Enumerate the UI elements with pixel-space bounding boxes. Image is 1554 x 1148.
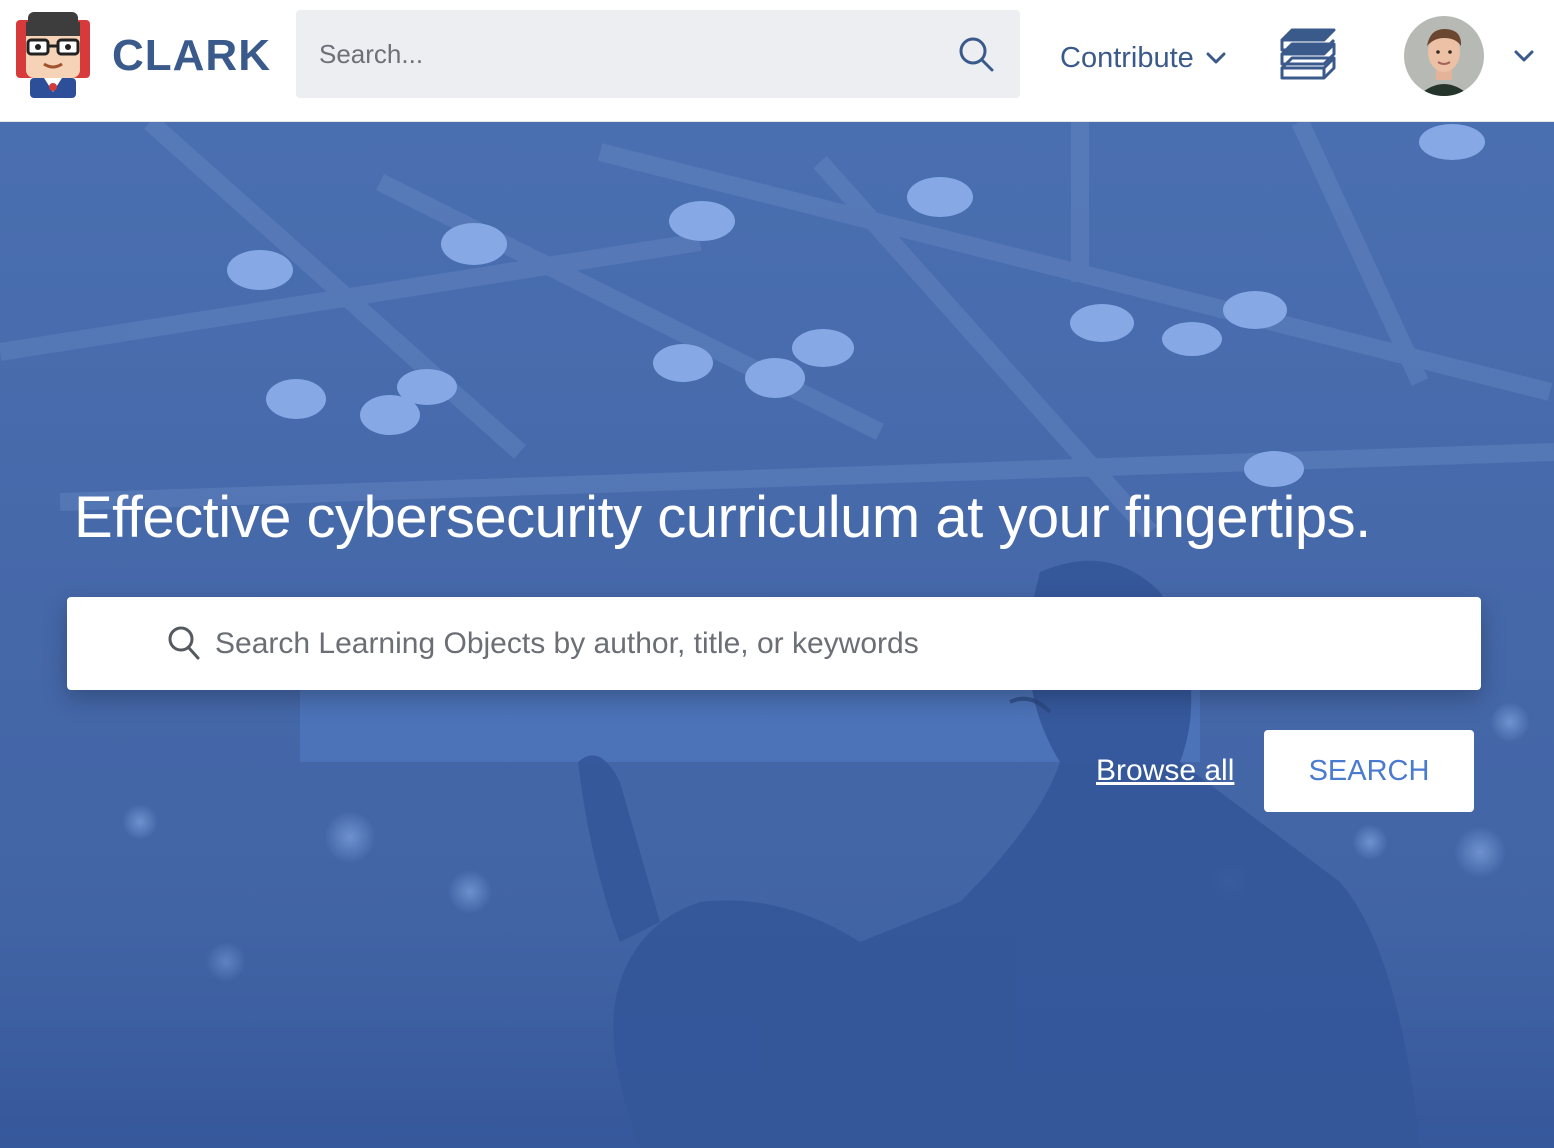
search-icon (168, 626, 200, 660)
chevron-down-icon[interactable] (1512, 44, 1536, 68)
clark-logo-icon[interactable] (14, 12, 92, 100)
brand-name[interactable]: CLARK (112, 30, 271, 82)
contribute-dropdown[interactable]: Contribute (1060, 36, 1226, 80)
header-search-input[interactable] (296, 10, 936, 98)
search-icon[interactable] (956, 34, 996, 74)
header-search-bar (296, 10, 1020, 98)
user-avatar[interactable] (1404, 16, 1484, 96)
search-button[interactable]: SEARCH (1264, 730, 1474, 812)
learning-objects-search-input[interactable] (212, 597, 1462, 690)
browse-all-link[interactable]: Browse all (1096, 750, 1234, 792)
chevron-down-icon (1206, 52, 1226, 64)
hero-section: Effective cybersecurity curriculum at yo… (0, 122, 1554, 1148)
top-navbar: CLARK Contribute (0, 0, 1554, 122)
hero-search-bar (67, 597, 1481, 690)
hero-title: Effective cybersecurity curriculum at yo… (74, 485, 1371, 550)
contribute-label: Contribute (1060, 41, 1194, 74)
books-icon[interactable] (1278, 28, 1338, 82)
